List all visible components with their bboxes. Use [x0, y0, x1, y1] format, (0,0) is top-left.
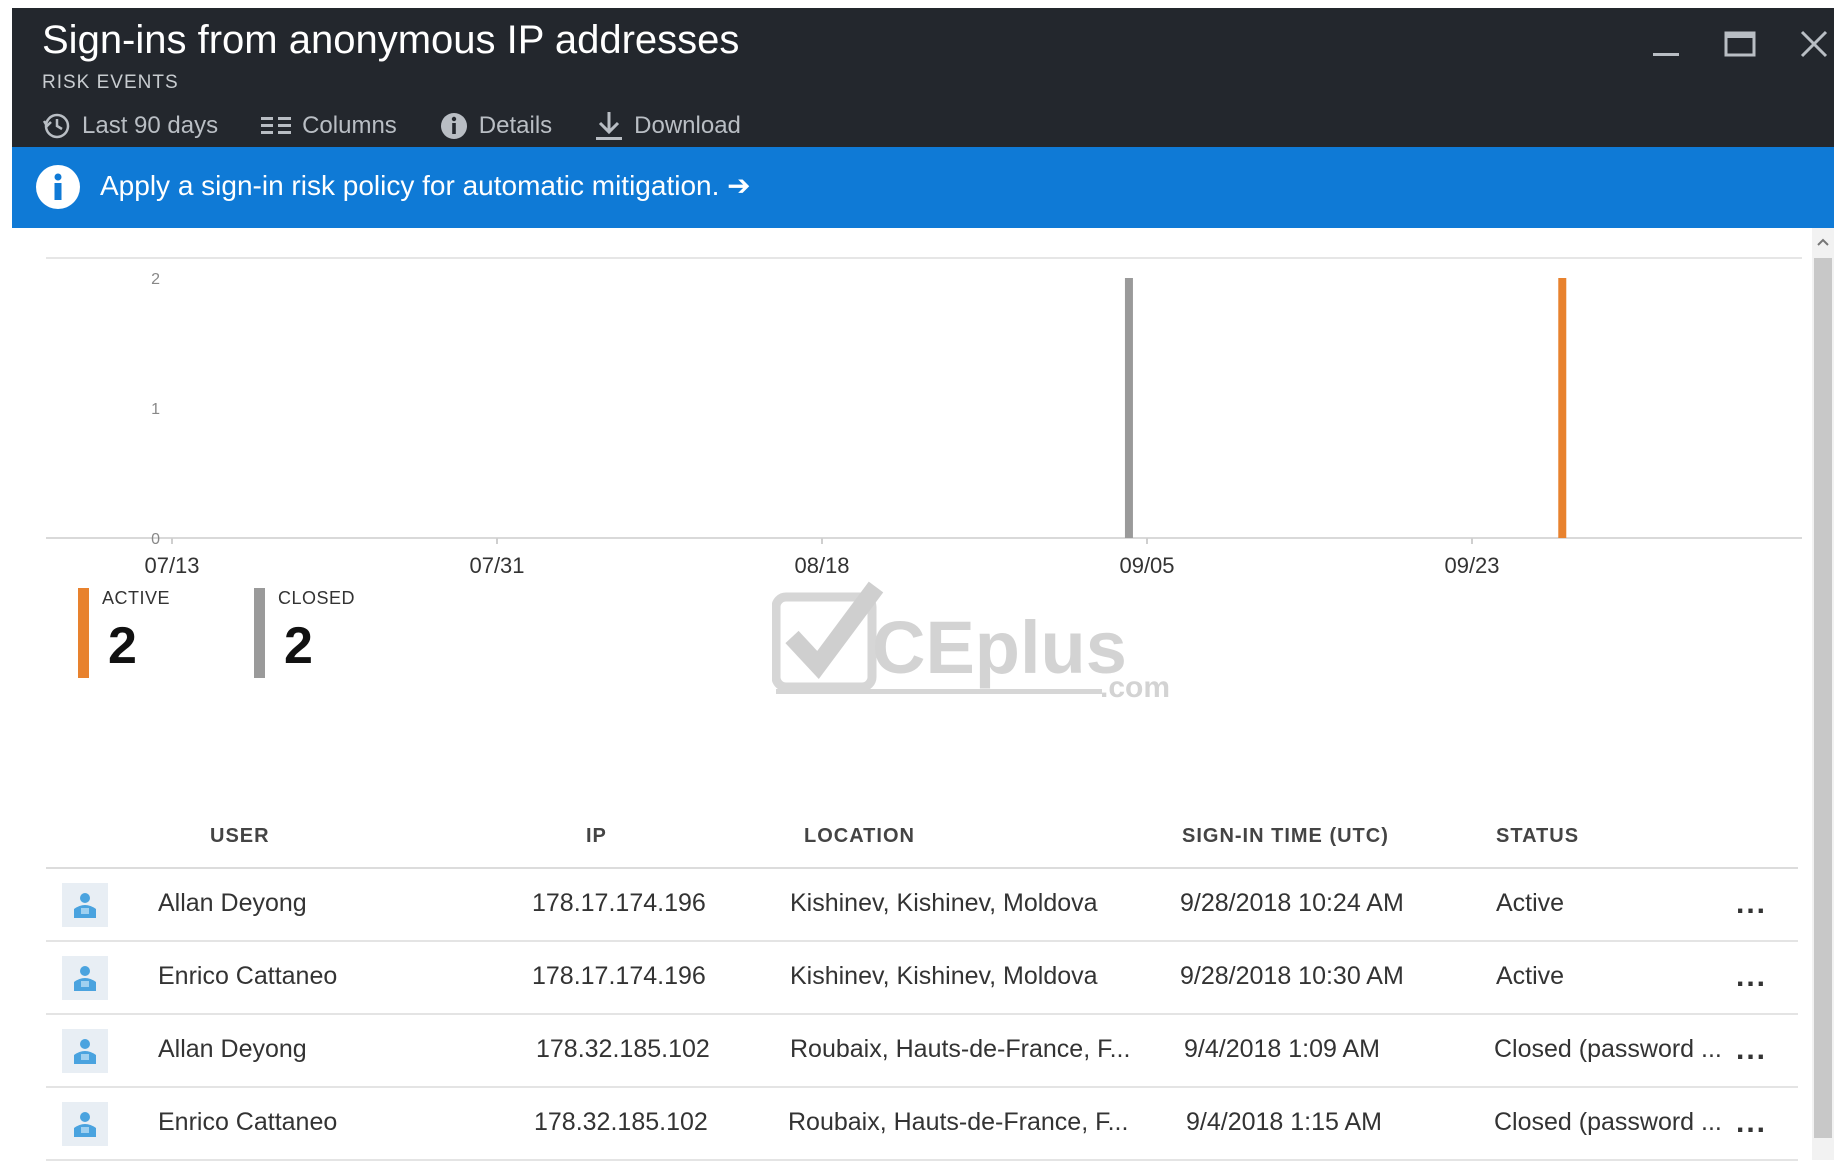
blade-header: Sign-ins from anonymous IP addresses RIS… — [12, 8, 1834, 147]
history-icon — [42, 113, 70, 139]
table-row[interactable]: Enrico Cattaneo 178.32.185.102 Roubaix, … — [46, 1088, 1798, 1161]
cell-signin-time: 9/4/2018 1:09 AM — [1184, 1035, 1380, 1063]
table-header: USER IP LOCATION SIGN-IN TIME (UTC) STAT… — [46, 803, 1798, 869]
info-icon — [440, 113, 467, 139]
cell-user[interactable]: Enrico Cattaneo — [158, 962, 337, 991]
download-icon — [596, 112, 623, 140]
table-row[interactable]: Allan Deyong 178.32.185.102 Roubaix, Hau… — [46, 1015, 1798, 1088]
download-button[interactable]: Download — [594, 110, 741, 142]
toolbar: Last 90 days Columns Details Download — [42, 106, 783, 146]
columns-button[interactable]: Columns — [260, 112, 397, 140]
vertical-scrollbar[interactable] — [1812, 228, 1834, 1160]
column-header-ip[interactable]: IP — [586, 825, 607, 848]
cell-ip: 178.32.185.102 — [534, 1108, 708, 1136]
blade-content: 0 1 2 07/13 07/31 08/18 09/05 09/23 ACTIVE 2 CL… — [12, 228, 1812, 1161]
y-tick-label: 0 — [151, 531, 160, 548]
row-more-options-icon[interactable]: ... — [1736, 960, 1767, 994]
bar-active — [1558, 278, 1567, 538]
active-count: 2 — [108, 617, 137, 675]
scroll-up-icon[interactable] — [1812, 232, 1834, 252]
cell-user[interactable]: Enrico Cattaneo — [158, 1108, 337, 1137]
user-avatar-icon — [62, 1102, 108, 1146]
cell-status: Closed (password ... — [1494, 1108, 1722, 1136]
bar-closed — [1124, 278, 1133, 538]
time-range-label: Last 90 days — [82, 112, 219, 139]
maximize-button[interactable] — [1718, 22, 1762, 66]
watermark-suffix: .com — [1100, 671, 1170, 703]
close-button[interactable] — [1792, 22, 1834, 66]
cell-ip: 178.32.185.102 — [536, 1035, 710, 1063]
y-tick-label: 2 — [151, 271, 160, 288]
columns-icon — [261, 117, 292, 134]
row-more-options-icon[interactable]: ... — [1736, 887, 1767, 921]
page-subtitle: RISK EVENTS — [42, 72, 179, 93]
page-title: Sign-ins from anonymous IP addresses — [42, 18, 740, 62]
details-label: Details — [478, 112, 553, 139]
cell-user[interactable]: Allan Deyong — [158, 1035, 307, 1064]
closed-count: 2 — [284, 617, 313, 675]
info-circle-icon — [36, 165, 80, 209]
time-range-button[interactable]: Last 90 days — [42, 111, 218, 141]
cell-status: Active — [1496, 962, 1565, 990]
closed-color-bar — [254, 588, 265, 678]
active-color-bar — [78, 588, 89, 678]
risk-events-table: USER IP LOCATION SIGN-IN TIME (UTC) STAT… — [46, 803, 1798, 1161]
watermark-main: CEplus — [872, 606, 1127, 689]
ceplus-watermark: CEplus .com — [772, 581, 1170, 703]
y-tick-label: 1 — [151, 401, 160, 418]
details-button[interactable]: Details — [439, 111, 552, 141]
active-label: ACTIVE — [102, 588, 171, 608]
cell-status: Active — [1496, 889, 1565, 917]
scrollbar-thumb[interactable] — [1814, 258, 1832, 1138]
cell-signin-time: 9/28/2018 10:30 AM — [1180, 962, 1404, 990]
cell-status: Closed (password ... — [1494, 1035, 1722, 1063]
row-more-options-icon[interactable]: ... — [1736, 1033, 1767, 1067]
column-header-status[interactable]: STATUS — [1496, 825, 1579, 848]
risk-events-chart: 01207/13 07/31 08/18 09/05 09/23 — [46, 257, 1802, 578]
risk-events-blade: Sign-ins from anonymous IP addresses RIS… — [12, 8, 1834, 1161]
table-row[interactable]: Enrico Cattaneo 178.17.174.196 Kishinev,… — [46, 942, 1798, 1015]
policy-info-link[interactable]: Apply a sign-in risk policy for automati… — [100, 169, 751, 202]
columns-label: Columns — [302, 112, 397, 139]
table-row[interactable]: Allan Deyong 178.17.174.196 Kishinev, Ki… — [46, 869, 1798, 942]
x-tick-label: 07/31 — [469, 553, 524, 578]
x-tick-label: 09/23 — [1444, 553, 1499, 578]
column-header-user[interactable]: USER — [210, 825, 270, 848]
download-label: Download — [634, 112, 741, 139]
cell-ip: 178.17.174.196 — [532, 962, 706, 990]
cell-user[interactable]: Allan Deyong — [158, 889, 307, 918]
user-avatar-icon — [62, 1029, 108, 1073]
policy-info-banner[interactable]: Apply a sign-in risk policy for automati… — [12, 147, 1834, 228]
minimize-button[interactable] — [1644, 22, 1688, 66]
column-header-signin-time[interactable]: SIGN-IN TIME (UTC) — [1182, 825, 1389, 848]
cell-signin-time: 9/4/2018 1:15 AM — [1186, 1108, 1382, 1136]
column-header-location[interactable]: LOCATION — [804, 825, 915, 848]
row-more-options-icon[interactable]: ... — [1736, 1106, 1767, 1140]
maximize-icon — [1724, 31, 1756, 57]
closed-label: CLOSED — [278, 588, 356, 608]
cell-location: Roubaix, Hauts-de-France, F... — [790, 1035, 1131, 1063]
cell-signin-time: 9/28/2018 10:24 AM — [1180, 889, 1404, 917]
cell-location: Roubaix, Hauts-de-France, F... — [788, 1108, 1129, 1136]
cell-ip: 178.17.174.196 — [532, 889, 706, 917]
x-tick-label: 07/13 — [144, 553, 199, 578]
close-icon — [1800, 30, 1828, 58]
cell-location: Kishinev, Kishinev, Moldova — [790, 889, 1098, 917]
cell-location: Kishinev, Kishinev, Moldova — [790, 962, 1098, 990]
user-avatar-icon — [62, 883, 108, 927]
user-avatar-icon — [62, 956, 108, 1000]
minimize-icon — [1653, 53, 1679, 56]
